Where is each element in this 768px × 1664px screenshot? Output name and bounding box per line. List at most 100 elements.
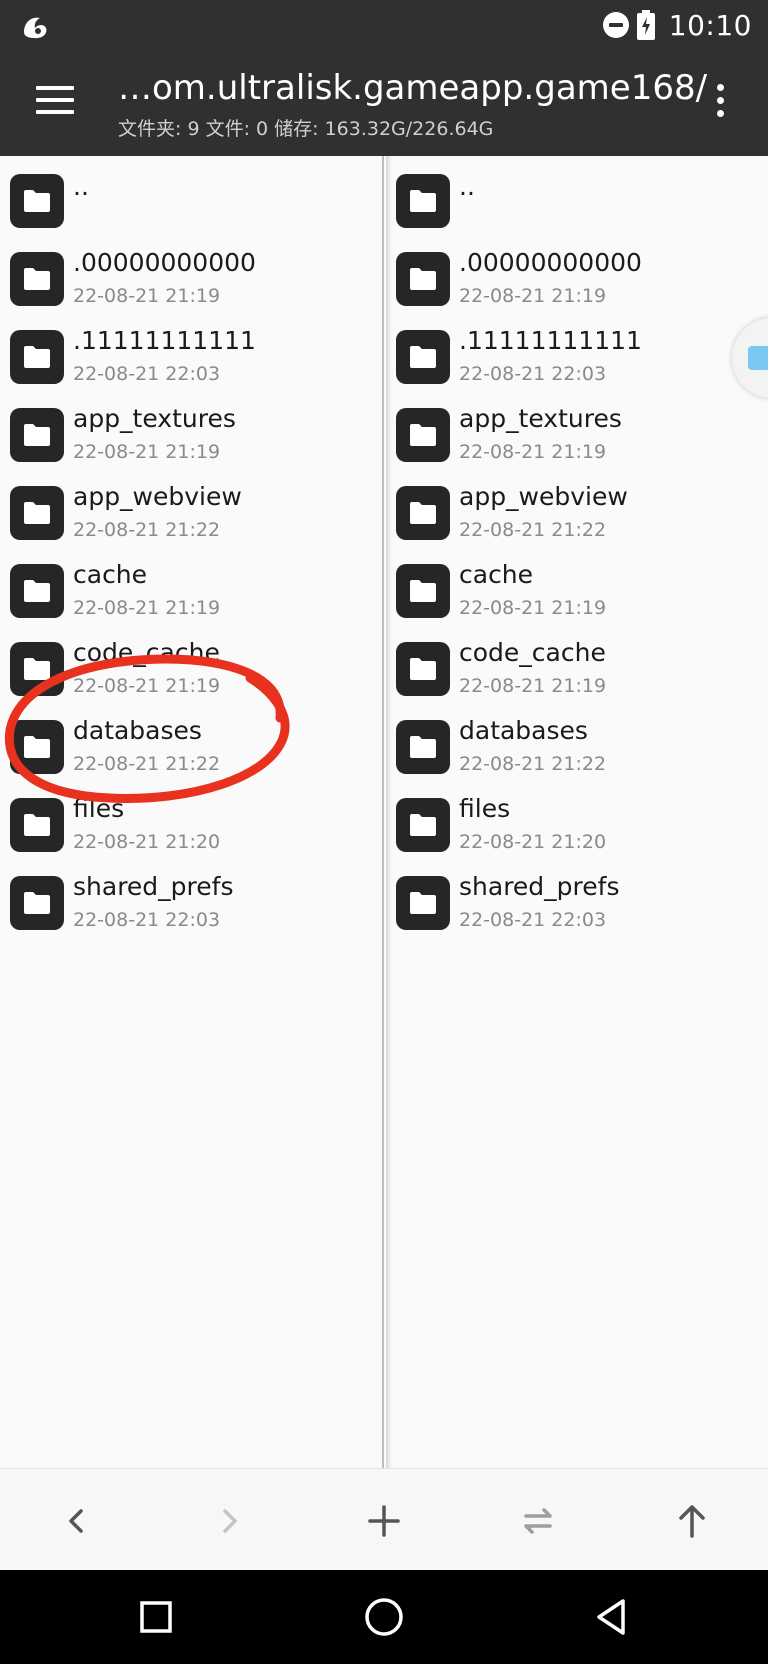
folder-date: 22-08-21 21:20 <box>73 831 221 853</box>
file-manager-screen: 10:10 …om.ultralisk.gameapp.game168/ 文件夹… <box>0 0 768 1664</box>
folder-date: 22-08-21 22:03 <box>459 909 607 931</box>
folder-row[interactable]: code_cache 22-08-21 21:19 <box>0 630 382 708</box>
system-navigation-bar <box>0 1570 768 1664</box>
folder-date: 22-08-21 21:19 <box>73 441 221 463</box>
folder-icon <box>10 876 64 930</box>
folder-row[interactable]: files 22-08-21 21:20 <box>0 786 382 864</box>
folder-icon <box>10 798 64 852</box>
folder-row[interactable]: .11111111111 22-08-21 22:03 <box>0 318 382 396</box>
more-vert-icon[interactable] <box>714 84 726 120</box>
folder-icon <box>10 486 64 540</box>
folder-name: databases <box>459 716 588 745</box>
status-time: 10:10 <box>668 8 752 42</box>
folder-name: .. <box>73 172 89 201</box>
folder-row[interactable]: app_webview 22-08-21 21:22 <box>386 474 768 552</box>
folder-name: app_webview <box>459 482 628 511</box>
folder-row[interactable]: app_webview 22-08-21 21:22 <box>0 474 382 552</box>
folder-icon <box>396 720 450 774</box>
folder-date: 22-08-21 21:22 <box>459 519 607 541</box>
folder-row[interactable]: files 22-08-21 21:20 <box>386 786 768 864</box>
folder-icon <box>396 642 450 696</box>
app-bar: 10:10 …om.ultralisk.gameapp.game168/ 文件夹… <box>0 0 768 156</box>
folder-name: .00000000000 <box>459 248 642 277</box>
folder-name: code_cache <box>459 638 606 667</box>
folder-icon <box>396 174 450 228</box>
folder-name: app_webview <box>73 482 242 511</box>
folder-icon <box>396 252 450 306</box>
forward-icon[interactable] <box>200 1491 260 1551</box>
status-indicators: 10:10 <box>602 6 752 44</box>
folder-date: 22-08-21 22:03 <box>73 909 221 931</box>
left-pane[interactable]: .. .00000000000 22-08-21 21:19 .11111111111… <box>0 156 384 1468</box>
home-icon[interactable] <box>359 1592 409 1642</box>
folder-name: shared_prefs <box>459 872 620 901</box>
folder-date: 22-08-21 21:19 <box>73 675 221 697</box>
folder-name: code_cache <box>73 638 220 667</box>
back-triangle-icon[interactable] <box>587 1592 637 1642</box>
folder-name: app_textures <box>73 404 236 433</box>
folder-icon <box>10 564 64 618</box>
folder-name: cache <box>73 560 148 589</box>
folder-icon <box>10 330 64 384</box>
recents-icon[interactable] <box>131 1592 181 1642</box>
folder-row[interactable]: shared_prefs 22-08-21 22:03 <box>386 864 768 942</box>
folder-date: 22-08-21 22:03 <box>73 363 221 385</box>
folder-name: .00000000000 <box>73 248 256 277</box>
folder-row[interactable]: databases 22-08-21 21:22 <box>386 708 768 786</box>
right-file-list: .. .00000000000 22-08-21 21:19 .11111111111… <box>386 156 768 942</box>
folder-icon <box>396 564 450 618</box>
cube-icon <box>748 346 768 370</box>
folder-date: 22-08-21 21:19 <box>73 597 221 619</box>
folder-row[interactable]: cache 22-08-21 21:19 <box>0 552 382 630</box>
swap-icon[interactable] <box>508 1491 568 1551</box>
folder-row[interactable]: shared_prefs 22-08-21 22:03 <box>0 864 382 942</box>
folder-date: 22-08-21 21:22 <box>73 753 221 775</box>
right-pane[interactable]: .. .00000000000 22-08-21 21:19 .11111111111… <box>386 156 768 1468</box>
folder-date: 22-08-21 21:22 <box>73 519 221 541</box>
app-notification-icon <box>18 8 52 42</box>
folder-row[interactable]: cache 22-08-21 21:19 <box>386 552 768 630</box>
bottom-toolbar <box>0 1468 768 1570</box>
folder-name: .. <box>459 172 475 201</box>
folder-name: app_textures <box>459 404 622 433</box>
folder-date: 22-08-21 21:19 <box>459 597 607 619</box>
folder-date: 22-08-21 21:19 <box>459 285 607 307</box>
folder-icon <box>396 330 450 384</box>
do-not-disturb-icon <box>602 12 629 38</box>
folder-name: .11111111111 <box>73 326 256 355</box>
up-icon[interactable] <box>662 1491 722 1551</box>
folder-name: shared_prefs <box>73 872 234 901</box>
folder-icon <box>396 408 450 462</box>
folder-row[interactable]: .00000000000 22-08-21 21:19 <box>386 240 768 318</box>
left-file-list: .. .00000000000 22-08-21 21:19 .11111111111… <box>0 156 382 942</box>
folder-name: cache <box>459 560 534 589</box>
folder-row[interactable]: app_textures 22-08-21 21:19 <box>0 396 382 474</box>
folder-icon <box>10 408 64 462</box>
folder-icon <box>10 720 64 774</box>
folder-icon <box>396 798 450 852</box>
folder-date: 22-08-21 22:03 <box>459 363 607 385</box>
folder-date: 22-08-21 21:22 <box>459 753 607 775</box>
folder-summary: 文件夹: 9 文件: 0 储存: 163.32G/226.64G <box>118 118 494 140</box>
current-path: …om.ultralisk.gameapp.game168/ <box>118 68 708 108</box>
battery-charging-icon <box>636 10 655 40</box>
folder-date: 22-08-21 21:19 <box>459 441 607 463</box>
folder-icon <box>396 486 450 540</box>
folder-name: .11111111111 <box>459 326 642 355</box>
parent-folder-row[interactable]: .. <box>386 162 768 240</box>
folder-row[interactable]: databases 22-08-21 21:22 <box>0 708 382 786</box>
add-icon[interactable] <box>354 1491 414 1551</box>
folder-icon <box>396 876 450 930</box>
folder-row[interactable]: app_textures 22-08-21 21:19 <box>386 396 768 474</box>
parent-folder-row[interactable]: .. <box>0 162 382 240</box>
folder-row[interactable]: code_cache 22-08-21 21:19 <box>386 630 768 708</box>
menu-icon[interactable] <box>36 86 74 114</box>
folder-row[interactable]: .00000000000 22-08-21 21:19 <box>0 240 382 318</box>
folder-name: files <box>459 794 511 823</box>
folder-icon <box>10 252 64 306</box>
back-icon[interactable] <box>46 1491 106 1551</box>
folder-icon <box>10 642 64 696</box>
folder-row[interactable]: .11111111111 22-08-21 22:03 <box>386 318 768 396</box>
folder-icon <box>10 174 64 228</box>
folder-date: 22-08-21 21:19 <box>459 675 607 697</box>
